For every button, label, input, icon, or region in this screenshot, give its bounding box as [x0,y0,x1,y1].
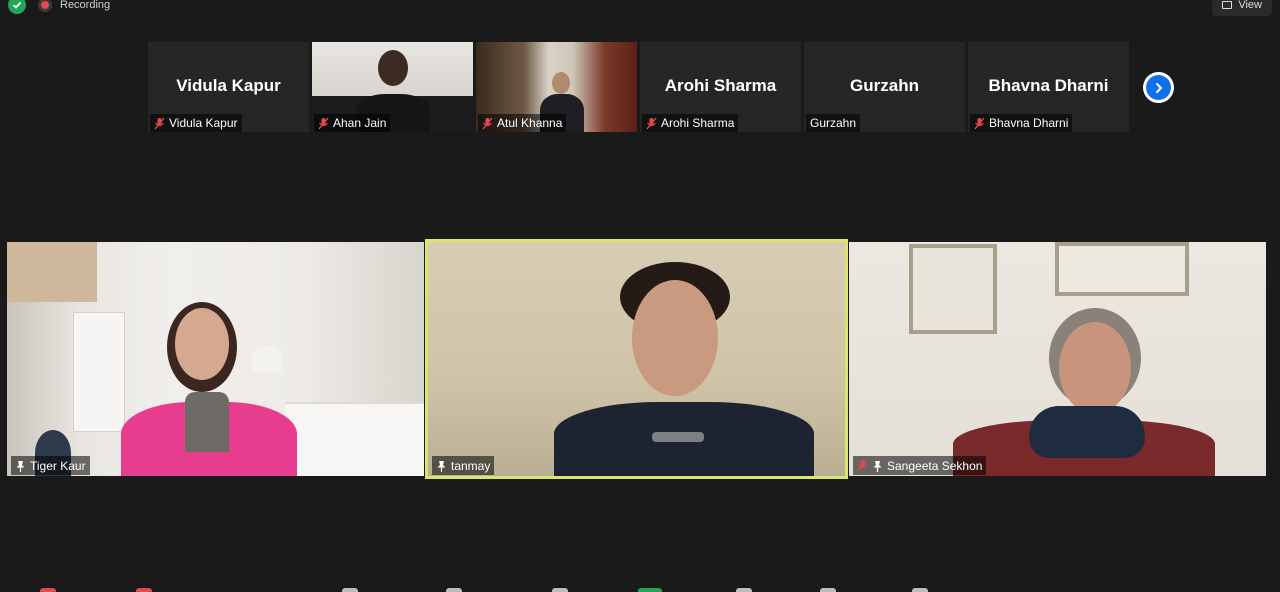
video-person-head [378,50,408,86]
participant-nametag: Arohi Sharma [642,114,739,132]
encryption-shield-icon[interactable] [8,0,26,14]
mic-off-icon [482,117,493,130]
video-person-head [175,308,229,380]
record-icon [38,0,52,12]
security-toolbar-icon[interactable] [342,588,358,592]
participant-label: Atul Khanna [497,116,563,130]
main-video-area: Tiger Kaur tanmay Sangeeta Sekhon [7,239,1266,479]
participant-label: Gurzahn [810,116,857,130]
video-wainscot [285,402,424,476]
view-label: View [1238,0,1262,11]
participant-nametag: tanmay [432,456,495,475]
participant-nametag: Vidula Kapur [150,114,242,132]
pin-icon [436,460,447,472]
participant-tile-arohi[interactable]: Arohi Sharma Arohi Sharma [640,42,801,132]
reactions-toolbar-icon[interactable] [820,588,836,592]
participant-display-name: Vidula Kapur [176,76,281,95]
participant-nametag: Sangeeta Sekhon [853,456,987,475]
participant-label: Arohi Sharma [661,116,735,130]
participant-nametag: Ahan Jain [314,114,391,132]
chevron-right-icon [1146,75,1171,100]
participant-nametag: Bhavna Dharni [970,114,1073,132]
participant-label: tanmay [451,458,491,473]
chat-toolbar-icon[interactable] [552,588,568,592]
participants-toolbar-icon[interactable] [446,588,462,592]
video-door [73,312,125,432]
video-tile-sangeeta[interactable]: Sangeeta Sekhon [849,242,1266,476]
participant-nametag: Gurzahn [806,114,861,132]
video-person-head [1059,322,1131,414]
pin-icon [15,460,26,472]
meeting-toolbar [0,586,1280,592]
participant-display-name: Arohi Sharma [664,76,777,95]
participant-label: Tiger Kaur [30,458,86,473]
video-person-head [632,280,718,396]
participant-display-name: Gurzahn [850,76,919,95]
mute-toolbar-icon[interactable] [40,588,56,592]
video-person-head [552,72,570,94]
next-page-button[interactable] [1143,72,1174,103]
video-toolbar-icon[interactable] [136,588,152,592]
video-lamp [252,346,282,372]
recording-indicator[interactable]: Recording [38,0,110,15]
mic-off-icon [974,117,985,130]
grid-view-icon [1222,1,1233,9]
video-shelf [7,242,97,302]
video-collar [652,432,704,442]
mic-off-icon [154,117,165,130]
pin-icon [872,460,883,472]
mic-off-icon [318,117,329,130]
share-screen-toolbar-icon[interactable] [638,588,662,592]
participant-label: Bhavna Dharni [989,116,1069,130]
participant-nametag: Tiger Kaur [11,456,90,475]
gallery-strip: Vidula Kapur Vidula Kapur Ahan Jain Atul… [148,42,1129,132]
video-person-sweater [185,392,229,452]
participant-label: Ahan Jain [333,116,387,130]
participant-tile-ahan[interactable]: Ahan Jain [312,42,473,132]
video-tile-tiger[interactable]: Tiger Kaur [7,242,424,476]
participant-tile-vidula[interactable]: Vidula Kapur Vidula Kapur [148,42,309,132]
participant-display-name: Bhavna Dharni [988,76,1109,95]
participant-tile-gurzahn[interactable]: Gurzahn Gurzahn [804,42,965,132]
apps-toolbar-icon[interactable] [912,588,928,592]
participant-label: Vidula Kapur [169,116,238,130]
mic-off-icon [646,117,657,130]
recording-label: Recording [60,0,111,11]
video-tile-tanmay-active-speaker[interactable]: tanmay [425,239,848,479]
participant-nametag: Atul Khanna [478,114,567,132]
video-frame-left [909,244,997,334]
view-button[interactable]: View [1212,0,1272,16]
participant-label: Sangeeta Sekhon [887,458,983,473]
participant-tile-atul[interactable]: Atul Khanna [476,42,637,132]
participant-tile-bhavna[interactable]: Bhavna Dharni Bhavna Dharni [968,42,1129,132]
record-toolbar-icon[interactable] [736,588,752,592]
mic-off-icon [857,459,868,472]
video-frame-right [1055,242,1189,296]
video-person-scarf [1029,406,1145,458]
